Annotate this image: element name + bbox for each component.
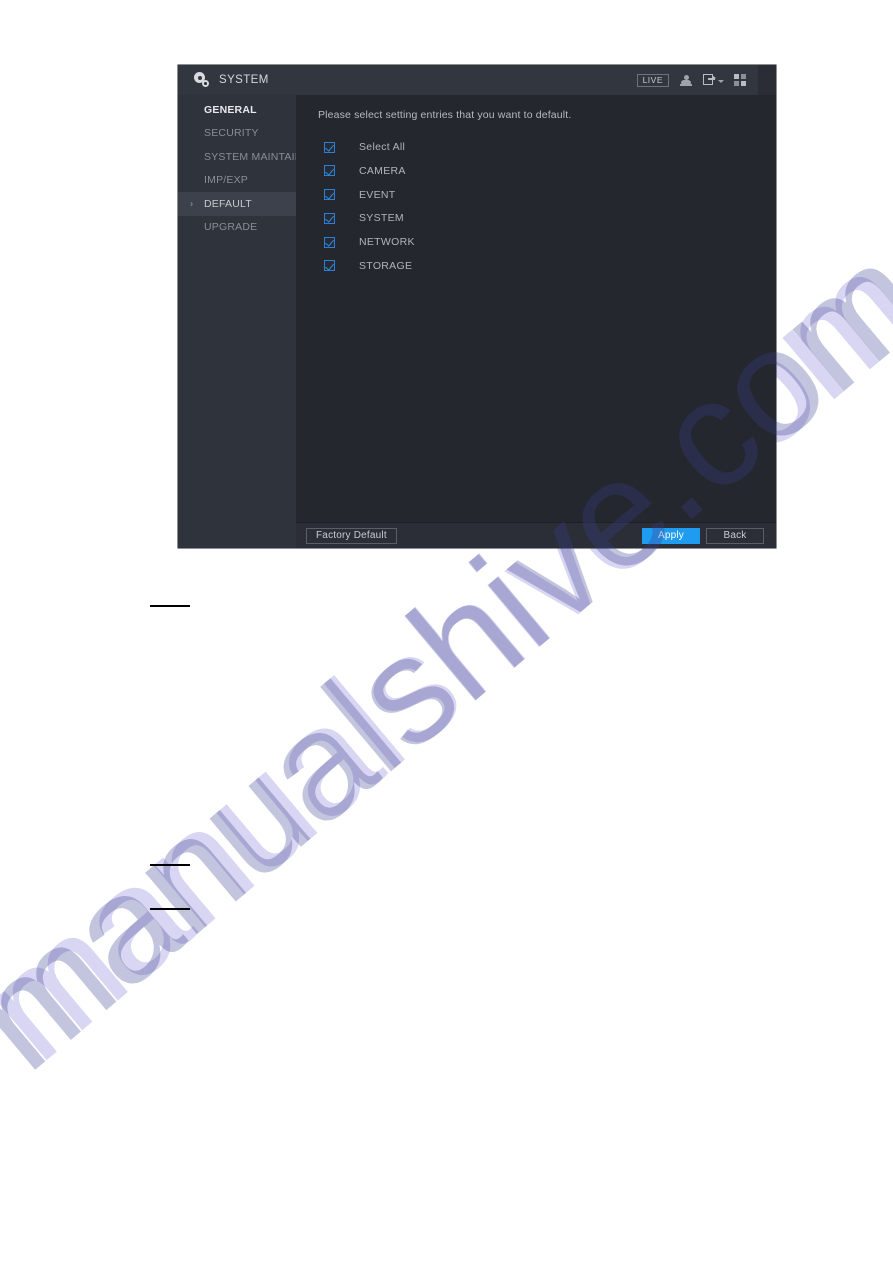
- apply-button[interactable]: Apply: [642, 527, 700, 544]
- document-rule: [150, 908, 190, 910]
- sidebar-item-label: IMP/EXP: [204, 174, 248, 187]
- checkbox-row-camera[interactable]: CAMERA: [318, 165, 776, 177]
- checkbox-label: SYSTEM: [359, 212, 404, 225]
- sidebar-item-system-maintain[interactable]: SYSTEM MAINTAIN: [178, 145, 302, 169]
- logout-menu[interactable]: [703, 74, 724, 86]
- checkbox-select-all[interactable]: [324, 141, 335, 153]
- factory-default-button[interactable]: Factory Default: [306, 527, 397, 544]
- checkbox-system[interactable]: [324, 212, 335, 224]
- sidebar-item-label: DEFAULT: [204, 197, 252, 210]
- caret-down-icon[interactable]: [718, 80, 724, 83]
- dialog-titlebar: SYSTEM LIVE: [178, 65, 776, 95]
- system-settings-dialog: SYSTEM LIVE GENERAL SECURITY SYSTEM MAIN…: [178, 65, 776, 548]
- sidebar-item-label: GENERAL: [204, 103, 257, 116]
- sidebar-item-label: SECURITY: [204, 127, 259, 140]
- checkbox-row-system[interactable]: SYSTEM: [318, 212, 776, 224]
- checkbox-label: CAMERA: [359, 164, 406, 177]
- checkbox-label: NETWORK: [359, 236, 415, 249]
- sidebar-item-security[interactable]: SECURITY: [178, 122, 296, 146]
- sidebar-item-general[interactable]: GENERAL: [178, 98, 296, 122]
- gear-icon: [194, 72, 210, 88]
- instruction-text: Please select setting entries that you w…: [318, 109, 572, 121]
- dialog-body: GENERAL SECURITY SYSTEM MAINTAIN IMP/EXP…: [178, 95, 776, 548]
- settings-content: Please select setting entries that you w…: [296, 95, 776, 548]
- sidebar-item-imp-exp[interactable]: IMP/EXP: [178, 169, 296, 193]
- sidebar-item-upgrade[interactable]: UPGRADE: [178, 216, 296, 240]
- checkbox-row-event[interactable]: EVENT: [318, 189, 776, 201]
- back-button[interactable]: Back: [706, 527, 764, 544]
- checkbox-storage[interactable]: [324, 260, 335, 272]
- checkbox-row-select-all[interactable]: Select All: [318, 141, 776, 153]
- sidebar-item-label: UPGRADE: [204, 221, 258, 234]
- sidebar-item-label: SYSTEM MAINTAIN: [204, 150, 303, 163]
- settings-sidebar: GENERAL SECURITY SYSTEM MAINTAIN IMP/EXP…: [178, 95, 302, 548]
- checkbox-label: Select All: [359, 141, 406, 153]
- checkbox-camera[interactable]: [324, 165, 335, 177]
- logout-icon[interactable]: [703, 74, 716, 86]
- grid-apps-icon[interactable]: [734, 74, 746, 86]
- checkbox-network[interactable]: [324, 236, 335, 248]
- checkbox-row-network[interactable]: NETWORK: [318, 236, 776, 248]
- user-icon[interactable]: [679, 74, 693, 87]
- document-rule: [150, 864, 190, 866]
- checkbox-label: STORAGE: [359, 259, 413, 272]
- checkbox-event[interactable]: [324, 189, 335, 201]
- default-panel: Please select setting entries that you w…: [296, 95, 776, 522]
- page-title: SYSTEM: [219, 74, 269, 86]
- footer-actions: Apply Back: [642, 527, 764, 544]
- default-entries-list: Select All CAMERA EVENT SYSTEM NETWORK S…: [318, 141, 776, 272]
- checkbox-row-storage[interactable]: STORAGE: [318, 260, 776, 272]
- sidebar-item-default[interactable]: › DEFAULT: [178, 192, 296, 216]
- live-badge[interactable]: LIVE: [636, 73, 669, 87]
- checkbox-label: EVENT: [359, 188, 396, 201]
- dialog-footer: Factory Default Apply Back: [296, 522, 776, 548]
- chevron-right-icon: ›: [190, 198, 194, 209]
- document-rule: [150, 605, 190, 607]
- titlebar-tools: LIVE: [636, 73, 776, 87]
